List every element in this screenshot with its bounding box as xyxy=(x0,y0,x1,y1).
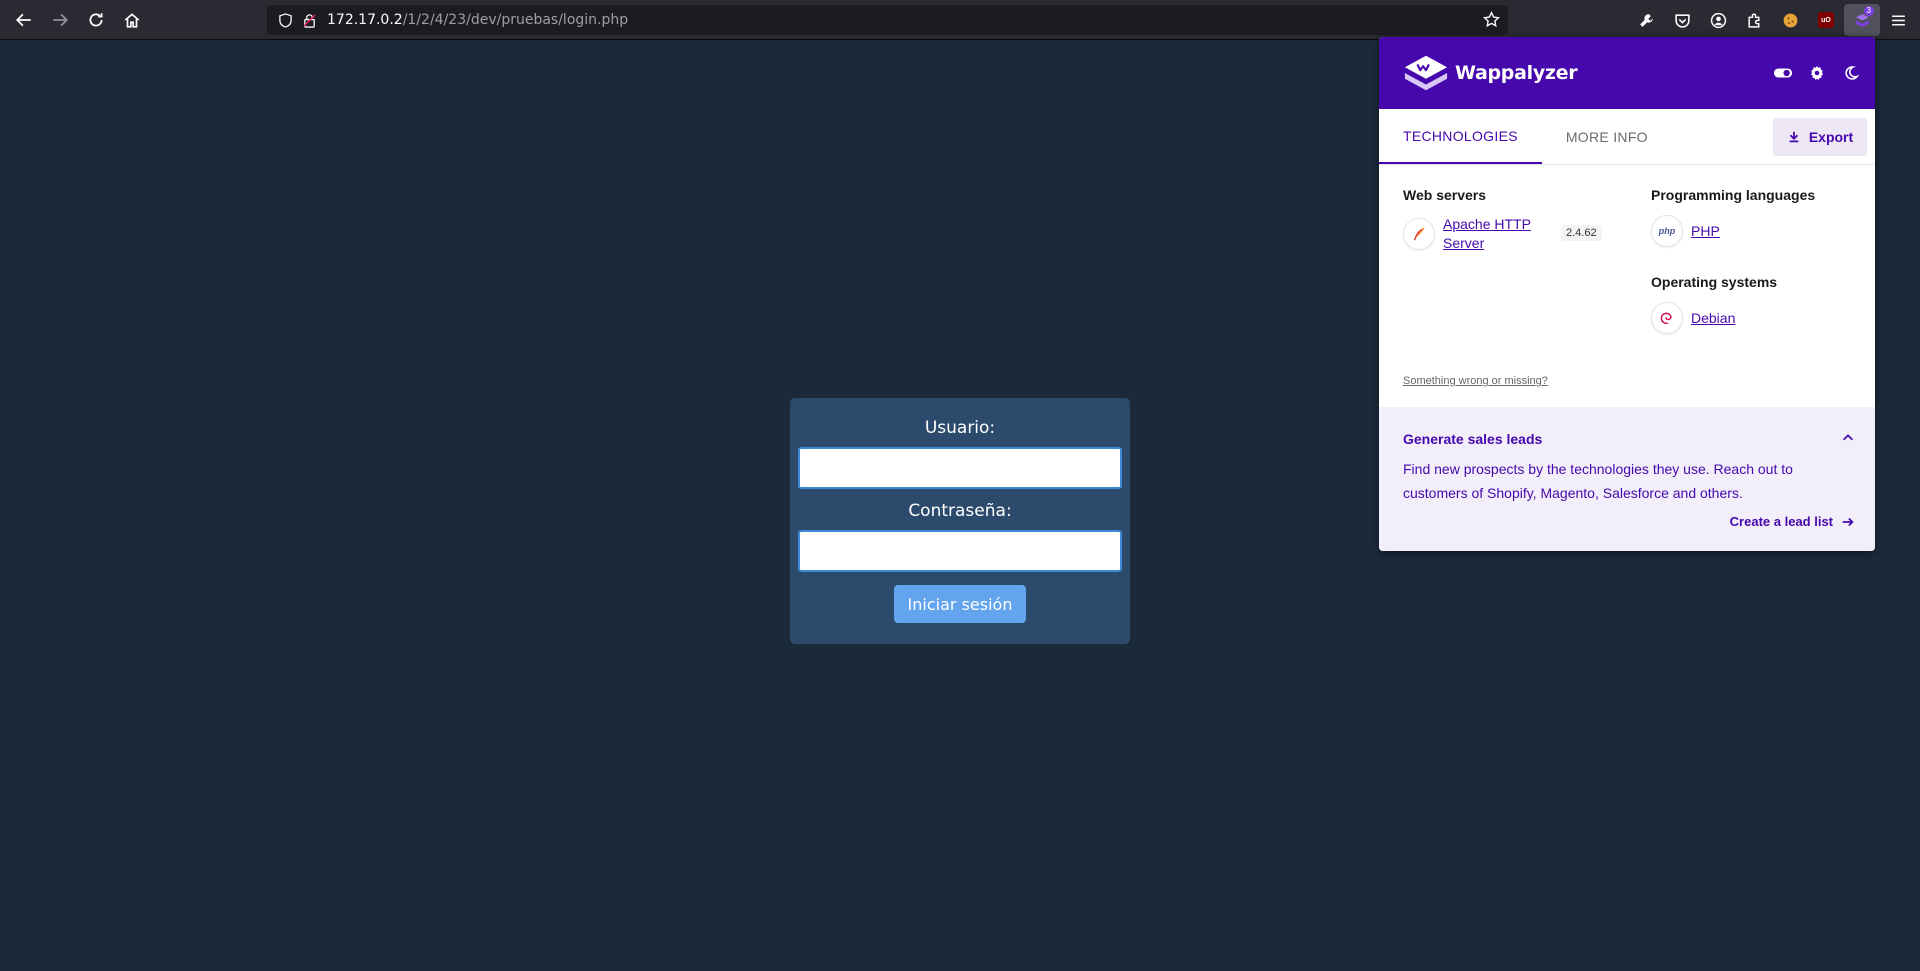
toolbar-right: uO 3 xyxy=(1628,0,1920,40)
home-icon xyxy=(124,12,140,28)
something-wrong-link[interactable]: Something wrong or missing? xyxy=(1403,375,1548,387)
insecure-lock-icon[interactable] xyxy=(301,12,317,28)
wappalyzer-logo-icon xyxy=(1403,53,1449,93)
tab-more-info[interactable]: MORE INFO xyxy=(1542,109,1672,164)
password-label: Contraseña: xyxy=(908,501,1012,521)
toggle-icon[interactable] xyxy=(1773,63,1793,83)
tech-name-apache[interactable]: Apache HTTP Server xyxy=(1443,215,1531,253)
arrow-right-icon xyxy=(53,13,69,26)
technologies-list: Web servers Apache HTTP Server 2.4.62 Pro… xyxy=(1379,165,1875,407)
tech-apache[interactable]: Apache HTTP Server xyxy=(1403,215,1531,253)
header-actions xyxy=(1773,63,1861,83)
shield-icon[interactable] xyxy=(277,12,293,28)
ublock-button[interactable]: uO xyxy=(1808,4,1844,36)
wappalyzer-tabs: TECHNOLOGIES MORE INFO Export xyxy=(1379,109,1875,165)
settings-gear-icon[interactable] xyxy=(1807,63,1827,83)
extensions-button[interactable] xyxy=(1736,4,1772,36)
username-label: Usuario: xyxy=(924,418,996,438)
category-operating-systems: Operating systems xyxy=(1651,274,1778,290)
create-lead-list-link[interactable]: Create a lead list xyxy=(1730,514,1855,529)
browser-toolbar: 172.17.0.2/1/2/4/23/dev/pruebas/login.ph… xyxy=(0,0,1920,40)
version-badge: 2.4.62 xyxy=(1561,225,1602,241)
cookie-icon xyxy=(1783,13,1797,27)
login-button[interactable]: Iniciar sesión xyxy=(894,585,1026,623)
php-icon-text: php xyxy=(1658,226,1676,236)
create-lead-list-label: Create a lead list xyxy=(1729,514,1833,529)
login-form: Usuario: Contraseña: Iniciar sesión xyxy=(790,398,1130,644)
tech-php[interactable]: php PHP xyxy=(1651,215,1720,247)
pocket-icon xyxy=(1674,13,1690,28)
category-web-servers: Web servers xyxy=(1403,187,1487,203)
forward-button[interactable] xyxy=(42,4,78,36)
reload-icon xyxy=(89,12,103,26)
dark-mode-moon-icon[interactable] xyxy=(1841,63,1861,83)
tab-technologies[interactable]: TECHNOLOGIES xyxy=(1379,109,1542,164)
hamburger-icon xyxy=(1891,14,1905,26)
wappalyzer-title: Wappalyzer xyxy=(1455,62,1578,84)
tech-debian[interactable]: Debian xyxy=(1651,302,1735,334)
wappalyzer-header: Wappalyzer xyxy=(1379,37,1875,109)
menu-button[interactable] xyxy=(1880,4,1916,36)
ublock-icon: uO xyxy=(1818,12,1834,28)
tech-name-debian[interactable]: Debian xyxy=(1691,309,1735,328)
back-button[interactable] xyxy=(6,4,42,36)
url-text: 172.17.0.2/1/2/4/23/dev/pruebas/login.ph… xyxy=(327,12,628,28)
export-label: Export xyxy=(1808,129,1854,145)
apache-line2: Server xyxy=(1443,235,1485,251)
apache-feather-icon xyxy=(1403,218,1435,250)
sales-leads-panel: Generate sales leads Find new prospects … xyxy=(1379,407,1875,551)
pocket-button[interactable] xyxy=(1664,4,1700,36)
wappalyzer-popup: Wappalyzer TECHNOLOGIES MORE INFO Export… xyxy=(1379,37,1875,551)
wrench-icon xyxy=(1639,13,1653,27)
url-host: 172.17.0.2 xyxy=(327,12,403,28)
reload-button[interactable] xyxy=(78,4,114,36)
password-input[interactable] xyxy=(798,530,1122,572)
export-button[interactable]: Export xyxy=(1773,118,1867,156)
debian-swirl-icon xyxy=(1651,302,1683,334)
bookmark-star-icon[interactable] xyxy=(1483,10,1500,33)
leads-description: Find new prospects by the technologies t… xyxy=(1403,461,1793,501)
arrow-right-icon xyxy=(1842,517,1854,526)
php-icon: php xyxy=(1651,215,1683,247)
chevron-up-icon[interactable] xyxy=(1841,431,1855,450)
username-input[interactable] xyxy=(798,447,1122,489)
account-button[interactable] xyxy=(1700,4,1736,36)
cookie-extension-button[interactable] xyxy=(1772,4,1808,36)
puzzle-icon xyxy=(1747,12,1759,28)
url-path: /1/2/4/23/dev/pruebas/login.php xyxy=(402,12,629,28)
apache-line1: Apache HTTP xyxy=(1443,216,1531,232)
home-button[interactable] xyxy=(114,4,150,36)
wappalyzer-extension-button[interactable]: 3 xyxy=(1844,4,1880,36)
account-icon xyxy=(1710,12,1726,28)
arrow-left-icon xyxy=(15,13,31,26)
download-icon xyxy=(1789,131,1799,143)
leads-title[interactable]: Generate sales leads xyxy=(1403,431,1542,447)
extension-badge: 3 xyxy=(1863,6,1874,16)
url-bar[interactable]: 172.17.0.2/1/2/4/23/dev/pruebas/login.ph… xyxy=(267,5,1508,35)
tech-name-php[interactable]: PHP xyxy=(1691,222,1720,241)
devtools-button[interactable] xyxy=(1628,4,1664,36)
category-programming-languages: Programming languages xyxy=(1651,187,1816,203)
